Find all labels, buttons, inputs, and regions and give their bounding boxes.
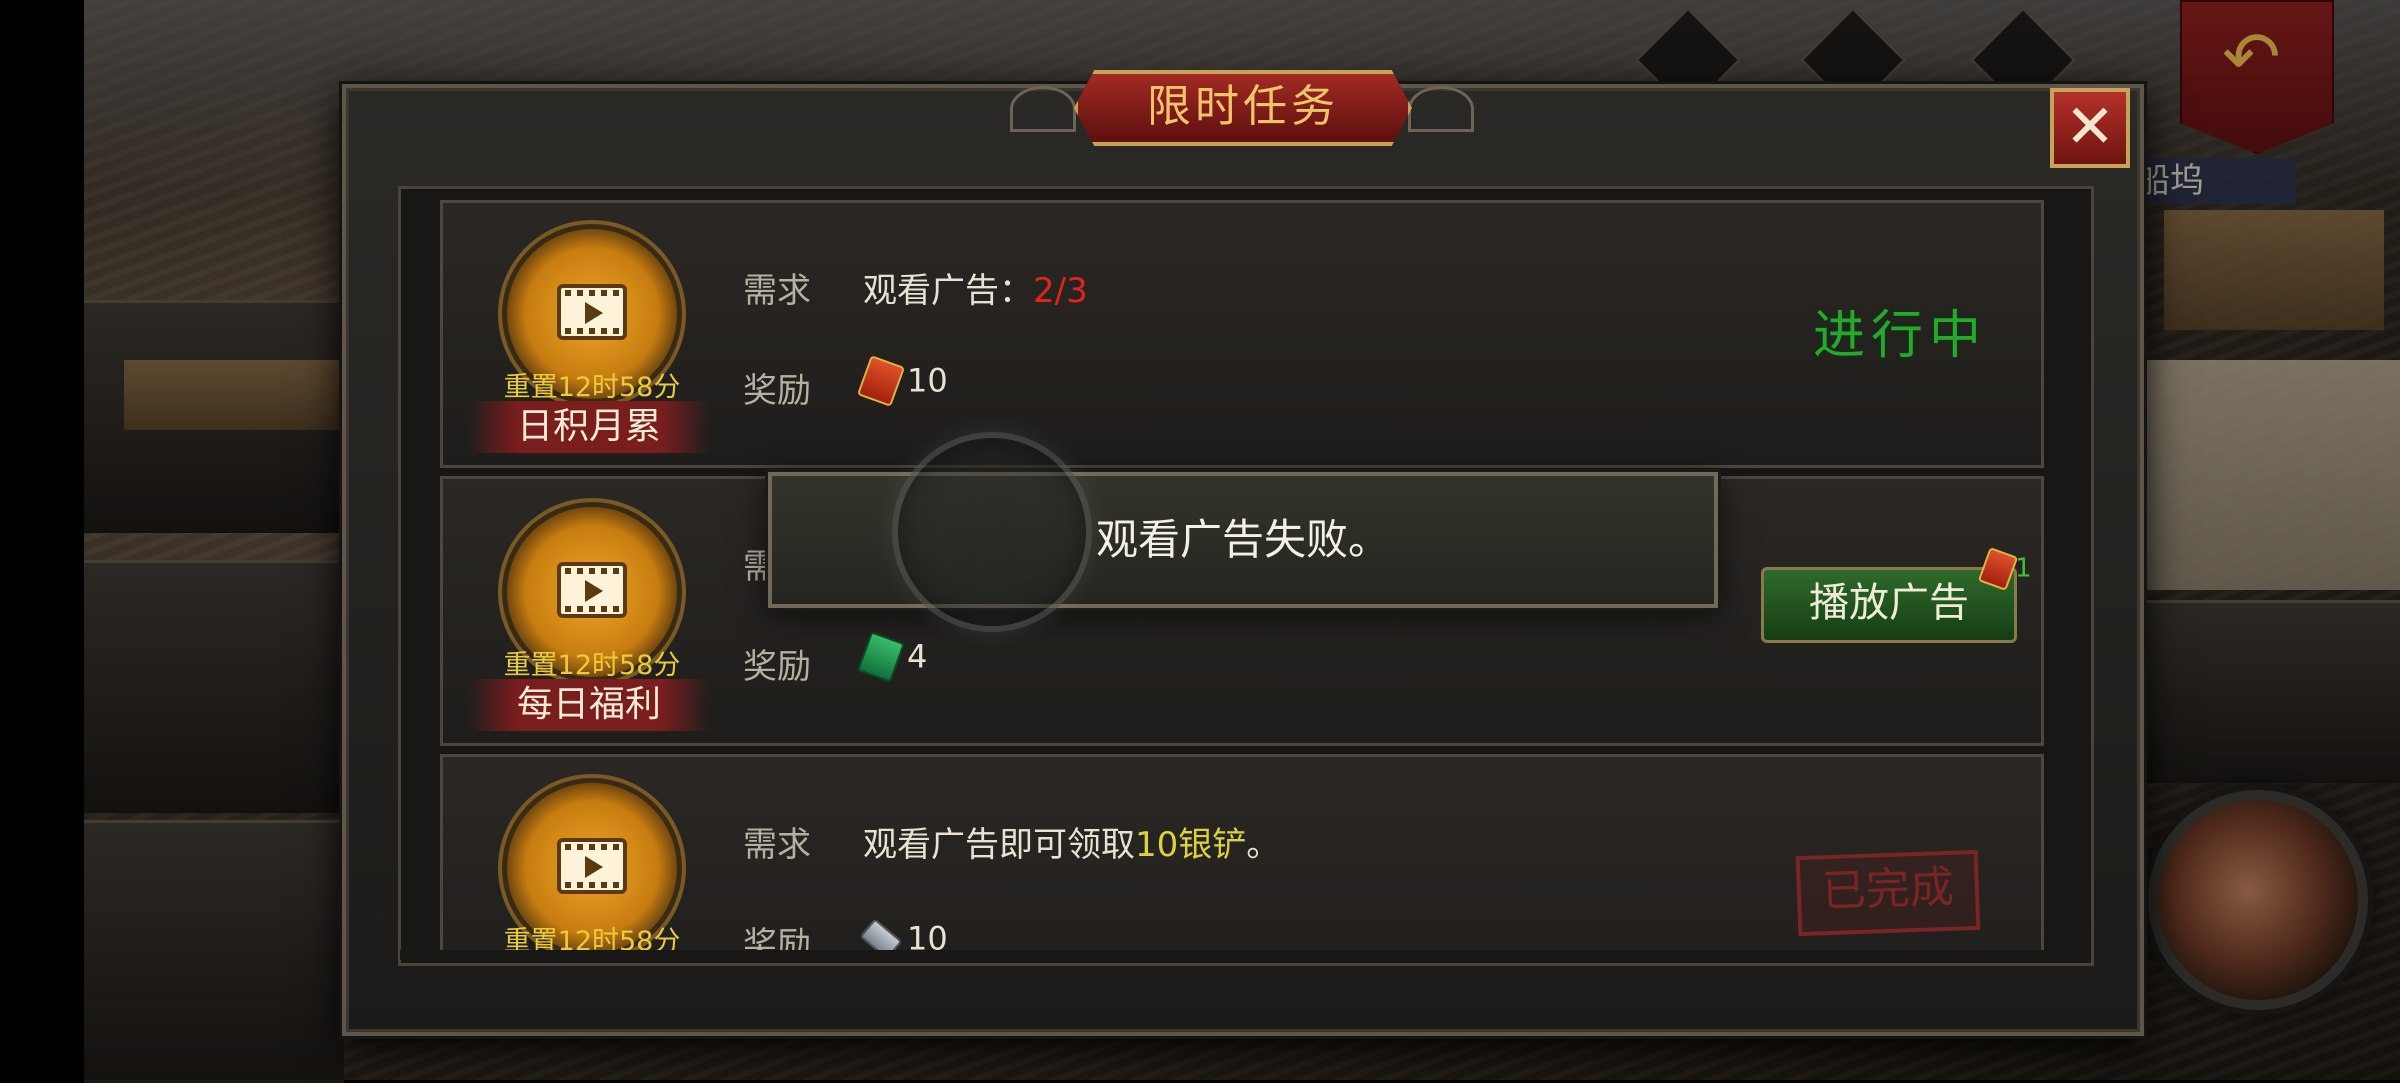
reset-timer: 重置12时58分 <box>503 650 681 681</box>
requirement-highlight: 10银铲 <box>1135 825 1247 865</box>
reward-amount: 4 <box>907 637 928 676</box>
reward-amount: 10 <box>907 361 948 400</box>
reward-label: 奖励 <box>743 925 811 950</box>
reward-value: 4 <box>856 630 928 683</box>
reward-label: 奖励 <box>743 371 811 411</box>
reward-label: 奖励 <box>743 647 811 687</box>
ad-cost: 1 <box>1977 546 2032 592</box>
reward-value: 10 <box>859 917 948 951</box>
task-name: 每日福利 <box>469 679 709 731</box>
status-in-progress: 进行中 <box>1813 306 1988 366</box>
cost-amount: 1 <box>2015 553 2032 584</box>
red-packet-icon <box>1977 546 2019 592</box>
status-completed-stamp: 已完成 <box>1795 849 1981 937</box>
requirement-suffix: 。 <box>1246 825 1281 865</box>
task-name: 日积月累 <box>469 401 709 453</box>
reward-amount: 10 <box>907 919 948 951</box>
task-row: 重置12时58分 需求 观看广告即可领取10银铲。 奖励 10 已完成 <box>440 754 2044 950</box>
requirement-text: 观看广告： <box>863 271 1033 311</box>
reset-timer: 重置12时58分 <box>503 926 681 950</box>
task-list-bottom-edge <box>400 950 2090 960</box>
red-packet-icon <box>856 354 906 407</box>
requirement-value: 观看广告即可领取10银铲。 <box>863 817 1280 866</box>
requirement-text: 观看广告即可领取 <box>863 825 1135 865</box>
requirement-label: 需求 <box>743 271 811 311</box>
reset-timer: 重置12时58分 <box>503 372 681 403</box>
task-row: 重置12时58分 日积月累 需求 观看广告：2/3 奖励 10 进行中 <box>440 200 2044 468</box>
jade-note-icon <box>856 630 906 683</box>
requirement-label: 需求 <box>743 825 811 865</box>
silver-shovel-icon <box>859 917 903 950</box>
reward-value: 10 <box>856 354 948 407</box>
requirement-value: 观看广告：2/3 <box>863 263 1088 312</box>
loading-ring <box>892 432 1092 632</box>
requirement-progress: 2/3 <box>1033 271 1088 311</box>
